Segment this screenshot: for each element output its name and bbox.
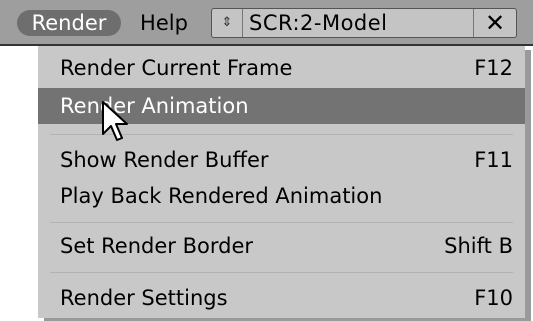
close-icon[interactable]: ✕ (473, 9, 516, 37)
menu-item-play-back-rendered-animation[interactable]: Play Back Rendered Animation (38, 178, 525, 214)
menu-item-set-render-border[interactable]: Set Render Border Shift B (38, 228, 525, 264)
screen-name-field[interactable]: SCR:2-Model (243, 9, 475, 37)
menu-item-show-render-buffer[interactable]: Show Render Buffer F11 (38, 142, 525, 178)
menu-item-render-settings[interactable]: Render Settings F10 (38, 280, 525, 316)
dropdown-shadow (525, 50, 531, 320)
menu-item-shortcut: F11 (474, 148, 513, 172)
separator-line (50, 222, 513, 223)
menu-item-shortcut: F10 (474, 286, 513, 310)
header-bar: Render Help ⇕ SCR:2-Model ✕ (0, 0, 533, 44)
blender-window: Render Help ⇕ SCR:2-Model ✕ Render Curre… (0, 0, 533, 321)
menu-item-label: Render Current Frame (60, 56, 293, 80)
up-down-arrows-icon[interactable]: ⇕ (212, 9, 243, 37)
screen-name: SCR:2-Model (249, 11, 388, 35)
menu-item-label: Render Settings (60, 286, 228, 310)
menu-help[interactable]: Help (128, 10, 200, 36)
background-area (0, 46, 38, 321)
menu-separator (38, 262, 525, 282)
menu-item-label: Play Back Rendered Animation (60, 184, 383, 208)
separator-line (50, 272, 513, 273)
menu-item-render-current-frame[interactable]: Render Current Frame F12 (38, 50, 525, 86)
menu-item-label: Set Render Border (60, 234, 253, 258)
screen-selector: ⇕ SCR:2-Model ✕ (211, 8, 517, 38)
mouse-pointer-icon (102, 101, 128, 141)
menu-item-shortcut: F12 (474, 56, 513, 80)
menu-item-label: Show Render Buffer (60, 148, 269, 172)
menu-item-shortcut: Shift B (444, 234, 513, 258)
menu-item-label: Render Animation (60, 94, 249, 118)
menu-render[interactable]: Render (17, 10, 121, 36)
